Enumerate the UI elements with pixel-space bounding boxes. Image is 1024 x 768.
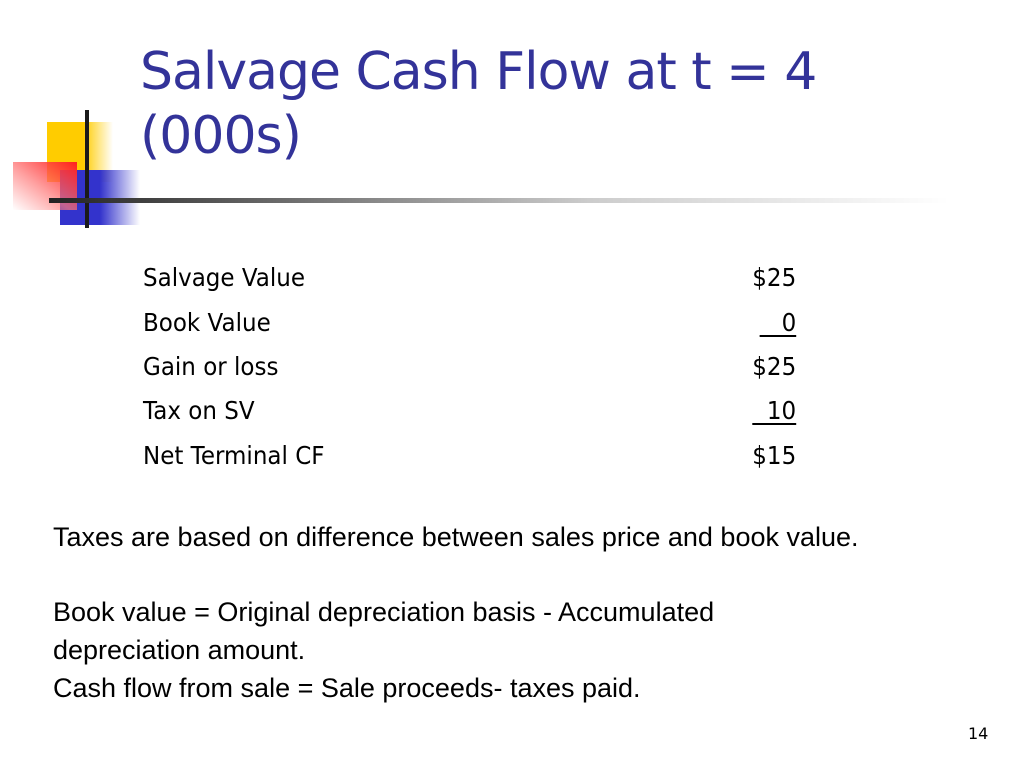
table-row: Salvage Value $25 <box>143 263 796 303</box>
title-underline-rule <box>49 198 949 203</box>
row-label: Net Terminal CF <box>143 441 325 470</box>
row-value: $25 <box>752 263 797 292</box>
note-book-value-line1: Book value = Original depreciation basis… <box>53 597 715 627</box>
vertical-line-decoration <box>85 110 89 228</box>
note-cash-flow: Cash flow from sale = Sale proceeds- tax… <box>53 673 641 703</box>
decorative-logo <box>0 100 160 240</box>
note-taxes: Taxes are based on difference between sa… <box>53 522 859 552</box>
table-row: Tax on SV 10 <box>143 396 796 436</box>
row-label: Salvage Value <box>143 263 306 292</box>
table-row: Gain or loss $25 <box>143 352 796 392</box>
row-value: 0 <box>759 308 797 337</box>
row-label: Gain or loss <box>143 352 279 381</box>
row-label: Book Value <box>143 308 271 337</box>
row-value: $15 <box>752 441 797 470</box>
row-label: Tax on SV <box>143 396 255 425</box>
title-line-1: Salvage Cash Flow at t = 4 <box>140 42 817 102</box>
title-line-2: (000s) <box>140 106 302 166</box>
row-value: $25 <box>752 352 797 381</box>
row-value: 10 <box>752 396 797 425</box>
note-book-value-line2: depreciation amount. <box>53 635 306 665</box>
slide-title: Salvage Cash Flow at t = 4 (000s) <box>140 40 1000 168</box>
page-number: 14 <box>968 724 989 743</box>
table-row: Book Value 0 <box>143 308 796 348</box>
note-book-value: Book value = Original depreciation basis… <box>53 593 714 707</box>
table-row: Net Terminal CF $15 <box>143 441 796 481</box>
